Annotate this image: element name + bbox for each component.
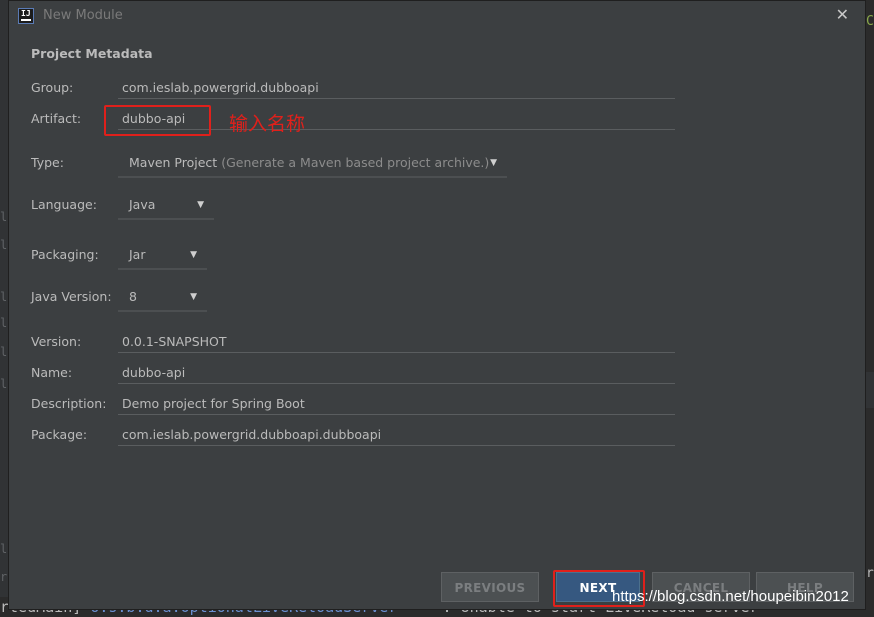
new-module-dialog: IJ New Module ✕ Project Metadata Group: … xyxy=(8,0,866,610)
intellij-app-icon: IJ xyxy=(18,8,34,24)
editor-glyph: C xyxy=(866,14,874,29)
description-field[interactable]: Demo project for Spring Boot xyxy=(118,393,675,415)
packaging-select[interactable]: Jar ▼ xyxy=(118,240,207,270)
packaging-value: Jar xyxy=(129,247,146,262)
gutter-mark: l xyxy=(0,542,8,556)
type-label: Type: xyxy=(31,155,64,170)
version-field[interactable]: 0.0.1-SNAPSHOT xyxy=(118,331,675,353)
chevron-down-icon: ▼ xyxy=(490,158,497,168)
version-label: Version: xyxy=(31,334,82,349)
java-version-label: Java Version: xyxy=(31,289,112,304)
gutter-mark: l xyxy=(0,290,8,304)
language-select[interactable]: Java ▼ xyxy=(118,190,214,220)
dialog-title: New Module xyxy=(43,8,123,23)
section-title: Project Metadata xyxy=(31,46,153,61)
language-label: Language: xyxy=(31,197,97,212)
chevron-down-icon: ▼ xyxy=(190,250,197,260)
editor-glyph: r xyxy=(866,566,874,581)
dialog-titlebar: IJ New Module ✕ xyxy=(9,1,865,31)
chevron-down-icon: ▼ xyxy=(197,200,204,210)
package-field[interactable]: com.ieslab.powergrid.dubboapi.dubboapi xyxy=(118,424,675,446)
type-hint: (Generate a Maven based project archive.… xyxy=(221,155,490,170)
type-select[interactable]: Maven Project (Generate a Maven based pr… xyxy=(118,148,507,178)
package-label: Package: xyxy=(31,427,88,442)
editor-highlight-band xyxy=(866,372,874,408)
ide-gutter-left: l l l l l l l r xyxy=(0,0,8,617)
artifact-highlight-box xyxy=(104,105,211,136)
name-label: Name: xyxy=(31,365,73,380)
description-label: Description: xyxy=(31,396,107,411)
gutter-mark: l xyxy=(0,316,8,330)
type-value: Maven Project xyxy=(129,155,218,170)
group-field[interactable]: com.ieslab.powergrid.dubboapi xyxy=(118,77,675,99)
app-icon-text: IJ xyxy=(21,9,31,18)
language-value: Java xyxy=(129,197,156,212)
group-label: Group: xyxy=(31,80,74,95)
artifact-label: Artifact: xyxy=(31,111,82,126)
close-icon[interactable]: ✕ xyxy=(836,5,849,25)
chevron-down-icon: ▼ xyxy=(190,292,197,302)
gutter-mark: r xyxy=(0,570,8,584)
name-field[interactable]: dubbo-api xyxy=(118,362,675,384)
watermark: https://blog.csdn.net/houpeibin2012 xyxy=(612,588,849,605)
ide-editor-right: C r xyxy=(866,0,874,617)
java-version-select[interactable]: 8 ▼ xyxy=(118,282,207,312)
artifact-annotation: 输入名称 xyxy=(229,113,306,135)
packaging-label: Packaging: xyxy=(31,247,99,262)
gutter-mark: l xyxy=(0,345,8,359)
gutter-mark: l xyxy=(0,210,8,224)
previous-button[interactable]: PREVIOUS xyxy=(441,572,539,602)
java-version-value: 8 xyxy=(129,289,137,304)
gutter-mark: l xyxy=(0,238,8,252)
gutter-mark: l xyxy=(0,377,8,391)
